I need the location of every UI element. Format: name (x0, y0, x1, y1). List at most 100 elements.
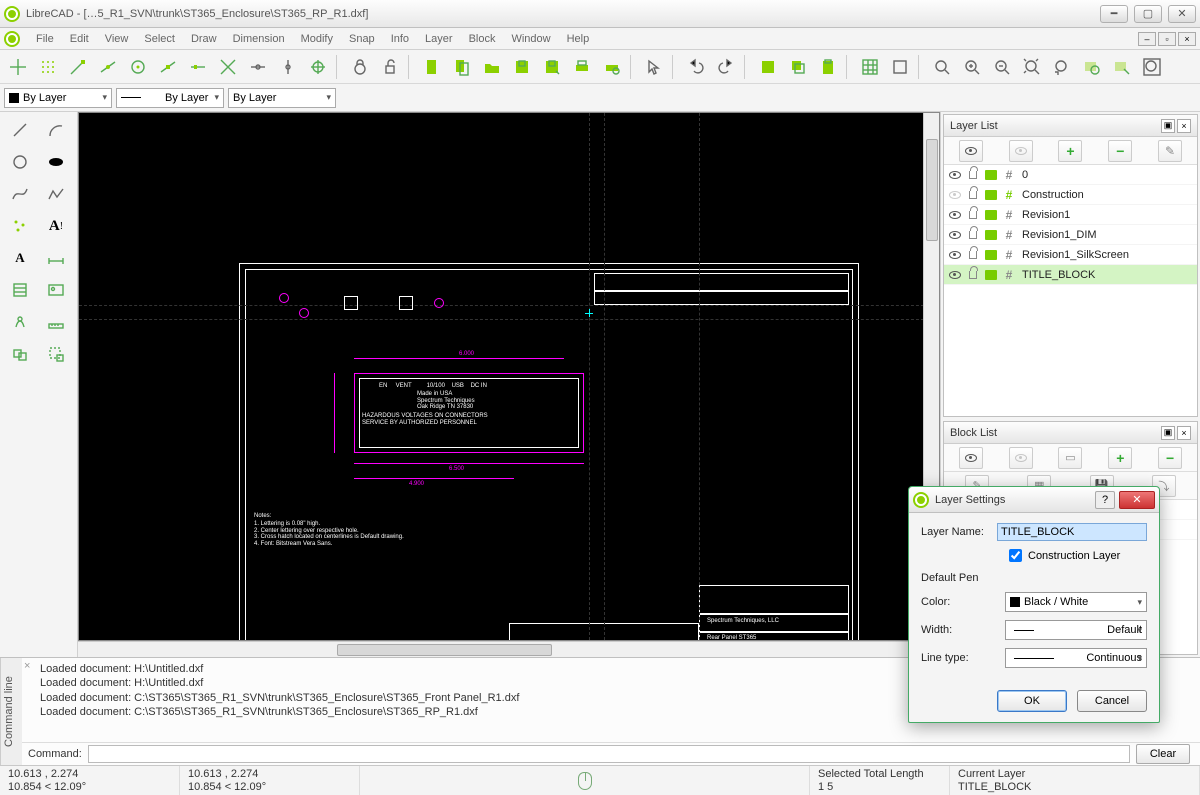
menu-info[interactable]: Info (383, 31, 417, 47)
eye-icon[interactable] (948, 268, 962, 282)
width-selector[interactable]: By Layer (116, 88, 224, 108)
menu-snap[interactable]: Snap (341, 31, 383, 47)
grid-toggle-button[interactable] (856, 53, 884, 81)
eye-icon[interactable] (948, 188, 962, 202)
zoom-auto-button[interactable] (1018, 53, 1046, 81)
mtext-tool[interactable]: A (4, 244, 36, 272)
eye-icon[interactable] (948, 168, 962, 182)
layer-list[interactable]: # 0 # Construction # Revision1 # Revisio… (944, 165, 1197, 416)
save-as-button[interactable] (538, 53, 566, 81)
layer-row[interactable]: # Revision1_SilkScreen (944, 245, 1197, 265)
print-icon[interactable] (984, 248, 998, 262)
color-combo[interactable]: Black / White (1005, 592, 1147, 612)
construction-icon[interactable]: # (1002, 268, 1016, 282)
set-relative-zero-button[interactable] (304, 53, 332, 81)
eye-icon[interactable] (948, 228, 962, 242)
zoom-redraw-button[interactable] (928, 53, 956, 81)
linetype-selector[interactable]: By Layer (228, 88, 336, 108)
menu-select[interactable]: Select (136, 31, 183, 47)
close-button[interactable]: ✕ (1168, 5, 1196, 23)
block-remove-button[interactable]: − (1158, 447, 1182, 469)
block-tool[interactable] (4, 340, 36, 368)
color-selector[interactable]: By Layer (4, 88, 112, 108)
image-tool[interactable] (40, 276, 72, 304)
menu-dimension[interactable]: Dimension (225, 31, 293, 47)
cut-button[interactable] (754, 53, 782, 81)
lock-icon[interactable] (966, 248, 980, 262)
print-icon[interactable] (984, 268, 998, 282)
redo-button[interactable] (712, 53, 740, 81)
snap-on-entity-button[interactable] (94, 53, 122, 81)
select-tool[interactable] (40, 340, 72, 368)
circle-tool[interactable] (4, 148, 36, 176)
undo-button[interactable] (682, 53, 710, 81)
panel-close-button[interactable]: × (1177, 426, 1191, 440)
restrict-vertical-button[interactable] (274, 53, 302, 81)
construction-icon[interactable]: # (1002, 248, 1016, 262)
lock-icon[interactable] (966, 268, 980, 282)
linetype-combo[interactable]: Continuous (1005, 648, 1147, 668)
lock-icon[interactable] (966, 208, 980, 222)
measure-tool[interactable] (40, 308, 72, 336)
new-button[interactable] (418, 53, 446, 81)
clear-button[interactable]: Clear (1136, 744, 1190, 764)
unlock-relative-zero-button[interactable] (376, 53, 404, 81)
lock-relative-zero-button[interactable] (346, 53, 374, 81)
menu-layer[interactable]: Layer (417, 31, 461, 47)
snap-intersection-button[interactable] (214, 53, 242, 81)
dialog-close-button[interactable]: ✕ (1119, 491, 1155, 509)
menu-view[interactable]: View (97, 31, 137, 47)
draft-mode-button[interactable] (886, 53, 914, 81)
cancel-button[interactable]: Cancel (1077, 690, 1147, 712)
arc-tool[interactable] (40, 116, 72, 144)
new-from-template-button[interactable] (448, 53, 476, 81)
layer-row[interactable]: # 0 (944, 165, 1197, 185)
layer-row[interactable]: # Construction (944, 185, 1197, 205)
block-create-button[interactable]: ▭ (1058, 447, 1082, 469)
maximize-button[interactable]: ▢ (1134, 5, 1162, 23)
minimize-button[interactable]: ━ (1100, 5, 1128, 23)
layer-remove-button[interactable]: − (1108, 140, 1132, 162)
menu-file[interactable]: File (28, 31, 62, 47)
snap-middle-button[interactable] (154, 53, 182, 81)
zoom-previous-button[interactable] (1048, 53, 1076, 81)
drawing-viewport[interactable]: EN VENT 10/100 USB DC IN Made in USASpec… (78, 112, 940, 657)
panel-undock-button[interactable]: ▣ (1161, 119, 1175, 133)
arrow-cursor-button[interactable] (640, 53, 668, 81)
open-button[interactable] (478, 53, 506, 81)
eye-icon[interactable] (948, 248, 962, 262)
layer-show-all-button[interactable] (959, 140, 983, 162)
copy-button[interactable] (784, 53, 812, 81)
construction-icon[interactable]: # (1002, 208, 1016, 222)
ellipse-tool[interactable] (40, 148, 72, 176)
construction-icon[interactable]: # (1002, 188, 1016, 202)
restrict-horizontal-button[interactable] (244, 53, 272, 81)
layer-name-input[interactable] (997, 523, 1147, 541)
panel-close-button[interactable]: × (1177, 119, 1191, 133)
print-icon[interactable] (984, 228, 998, 242)
block-show-all-button[interactable] (959, 447, 983, 469)
print-preview-button[interactable] (598, 53, 626, 81)
modify-tool[interactable] (4, 308, 36, 336)
save-button[interactable] (508, 53, 536, 81)
spline-tool[interactable] (4, 180, 36, 208)
hatch-tool[interactable] (4, 276, 36, 304)
width-combo[interactable]: Default (1005, 620, 1147, 640)
panel-undock-button[interactable]: ▣ (1161, 426, 1175, 440)
line-tool[interactable] (4, 116, 36, 144)
mdi-restore-button[interactable]: ▫ (1158, 32, 1176, 46)
snap-endpoint-button[interactable] (64, 53, 92, 81)
mdi-minimize-button[interactable]: – (1138, 32, 1156, 46)
zoom-extents-button[interactable] (1138, 53, 1166, 81)
layer-add-button[interactable]: + (1058, 140, 1082, 162)
command-input[interactable] (88, 745, 1130, 763)
lock-icon[interactable] (966, 188, 980, 202)
snap-center-button[interactable] (124, 53, 152, 81)
menu-block[interactable]: Block (461, 31, 504, 47)
layer-hide-all-button[interactable] (1009, 140, 1033, 162)
zoom-out-button[interactable] (988, 53, 1016, 81)
zoom-pan-button[interactable] (1108, 53, 1136, 81)
horizontal-scrollbar[interactable] (78, 641, 940, 657)
layer-row[interactable]: # Revision1 (944, 205, 1197, 225)
construction-icon[interactable]: # (1002, 228, 1016, 242)
